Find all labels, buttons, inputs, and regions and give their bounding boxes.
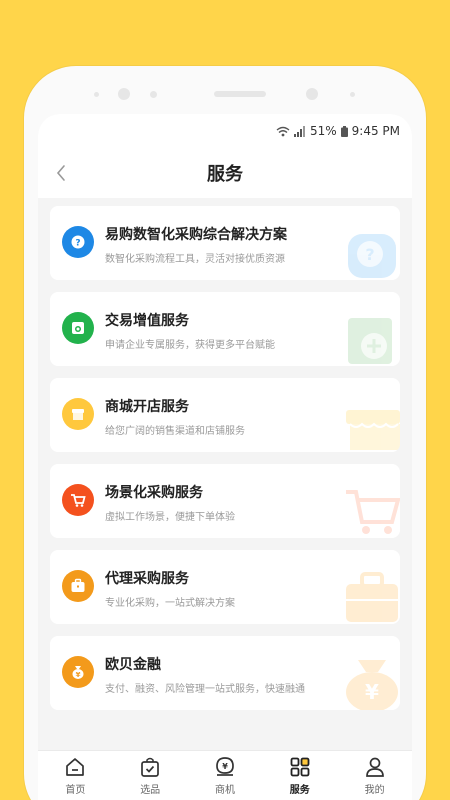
wifi-icon	[276, 126, 290, 136]
money-bag-watermark-icon: ¥	[346, 660, 398, 710]
sensor-dot-2	[150, 91, 157, 98]
shopping-bag-check-icon	[141, 757, 160, 777]
service-title: 场景化采购服务	[105, 485, 203, 501]
tab-label: 选品	[140, 784, 161, 796]
service-subtitle: 支付、融资、风险管理一站式服务，快速融通	[105, 684, 305, 695]
sensor-dot	[94, 92, 99, 97]
cell-signal-icon	[293, 125, 305, 137]
service-card-solution[interactable]: ? 易购数智化采购综合解决方案 数智化采购流程工具，灵活对接优质资源 ?	[50, 206, 400, 280]
grid-icon	[290, 757, 310, 776]
service-title: 交易增值服务	[105, 313, 189, 329]
bag-plus-icon	[62, 312, 94, 344]
clock: 9:45 PM	[351, 124, 400, 138]
person-icon	[365, 757, 384, 777]
tab-opportunities[interactable]: ¥ 商机	[188, 751, 263, 800]
tab-services[interactable]: 服务	[262, 751, 337, 800]
service-card-finance[interactable]: ¥ 欧贝金融 支付、融资、风险管理一站式服务，快速融通 ¥	[50, 636, 400, 710]
proximity-sensor	[306, 88, 318, 100]
top-nav-bar: 服务	[38, 148, 412, 198]
service-subtitle: 申请企业专属服务，获得更多平台赋能	[105, 340, 275, 351]
service-card-store[interactable]: 商城开店服务 给您广阔的销售渠道和店铺服务	[50, 378, 400, 452]
back-arrow-icon[interactable]	[52, 162, 72, 184]
battery-icon	[340, 125, 348, 137]
tab-label: 服务	[289, 784, 310, 796]
briefcase-watermark-icon	[346, 572, 398, 622]
svg-text:¥: ¥	[222, 762, 228, 771]
home-icon	[66, 757, 85, 776]
service-title: 商城开店服务	[105, 399, 189, 415]
page-title: 服务	[207, 164, 243, 185]
service-subtitle: 虚拟工作场景，便捷下单体验	[105, 512, 235, 523]
bottom-tab-bar: 首页 选品 ¥ 商机 服务 我的	[38, 750, 412, 800]
service-subtitle: 数智化采购流程工具，灵活对接优质资源	[105, 254, 285, 265]
tab-home[interactable]: 首页	[38, 751, 113, 800]
question-watermark-icon: ?	[348, 234, 396, 278]
svg-text:?: ?	[75, 239, 80, 249]
tab-label: 我的	[364, 784, 385, 796]
tab-selection[interactable]: 选品	[113, 751, 188, 800]
earpiece-speaker	[214, 91, 266, 97]
battery-percent: 51%	[309, 124, 337, 138]
question-badge-icon: ?	[62, 226, 94, 258]
storefront-icon	[62, 398, 94, 430]
service-card-scenario[interactable]: 场景化采购服务 虚拟工作场景，便捷下单体验	[50, 464, 400, 538]
app-screen: 51% 9:45 PM 服务 ? 易购数智化采购综合解决方案 数智化采购流程工具…	[38, 114, 412, 800]
service-list: ? 易购数智化采购综合解决方案 数智化采购流程工具，灵活对接优质资源 ? 交易增…	[38, 198, 412, 710]
service-subtitle: 给您广阔的销售渠道和店铺服务	[105, 426, 245, 437]
service-card-agency[interactable]: 代理采购服务 专业化采购，一站式解决方案	[50, 550, 400, 624]
svg-text:¥: ¥	[76, 671, 81, 679]
money-bag-icon: ¥	[62, 656, 94, 688]
bag-plus-watermark-icon	[348, 318, 392, 364]
storefront-watermark-icon	[346, 410, 400, 450]
service-title: 欧贝金融	[105, 657, 161, 673]
cart-watermark-icon	[346, 490, 400, 534]
service-card-value-added[interactable]: 交易增值服务 申请企业专属服务，获得更多平台赋能	[50, 292, 400, 366]
tab-profile[interactable]: 我的	[337, 751, 412, 800]
sensor-dot-3	[350, 92, 355, 97]
service-title: 易购数智化采购综合解决方案	[105, 227, 287, 243]
cart-icon	[62, 484, 94, 516]
status-bar: 51% 9:45 PM	[38, 114, 412, 148]
briefcase-icon	[62, 570, 94, 602]
svg-text:?: ?	[365, 245, 374, 264]
tab-label: 首页	[65, 784, 86, 796]
service-title: 代理采购服务	[105, 571, 189, 587]
tab-label: 商机	[214, 784, 235, 796]
svg-text:¥: ¥	[365, 680, 379, 704]
front-camera	[118, 88, 130, 100]
yen-bubble-icon: ¥	[216, 756, 234, 776]
service-subtitle: 专业化采购，一站式解决方案	[105, 598, 235, 609]
